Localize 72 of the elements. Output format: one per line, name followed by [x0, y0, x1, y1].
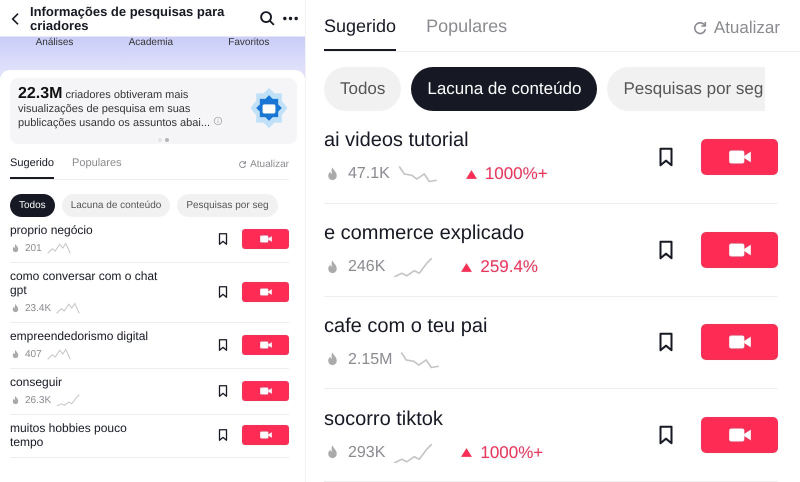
nav-tab[interactable]: Academia — [128, 37, 174, 48]
growth-value: 259.4% — [480, 257, 538, 278]
refresh-icon — [692, 20, 708, 36]
up-triangle-icon — [459, 260, 474, 274]
growth-value: 1000%+ — [484, 164, 548, 184]
bookmark-icon[interactable] — [216, 232, 230, 246]
growth-value: 1000%+ — [480, 442, 544, 463]
topic-title: conseguir — [10, 375, 64, 389]
bookmark-icon[interactable] — [216, 284, 230, 298]
sparkline-chart — [55, 394, 82, 406]
record-button[interactable] — [242, 334, 289, 354]
record-button[interactable] — [242, 380, 289, 400]
filter-chip[interactable]: Lacuna de conteúdo — [411, 67, 598, 111]
sparkline-chart — [396, 164, 439, 184]
flame-icon — [10, 348, 21, 360]
refresh-label: Atualizar — [250, 158, 289, 170]
view-count: 246K — [348, 258, 386, 276]
record-button[interactable] — [242, 425, 289, 445]
sparkline-chart — [55, 302, 82, 314]
record-button[interactable] — [242, 228, 289, 248]
flame-icon — [10, 302, 21, 314]
topic-title: proprio negócio — [10, 223, 94, 237]
page-title: Informações de pesquisas para criadores — [30, 4, 226, 32]
view-count: 407 — [25, 348, 42, 360]
topic-title: cafe com o teu pai — [324, 314, 488, 338]
sparkline-chart — [46, 348, 72, 360]
tab[interactable]: Sugerido — [10, 157, 54, 179]
view-count: 23.4K — [25, 302, 52, 314]
filter-chip[interactable]: Pesquisas por seg — [177, 194, 278, 217]
sparkline-chart — [392, 442, 434, 463]
refresh-icon — [238, 160, 248, 168]
record-button[interactable] — [701, 138, 778, 175]
topic-title: muitos hobbies pouco tempo — [10, 421, 128, 449]
record-button[interactable] — [701, 324, 778, 360]
tab[interactable]: Populares — [72, 157, 122, 179]
topic-title: socorro tiktok — [324, 408, 444, 431]
tab[interactable]: Populares — [426, 16, 508, 51]
page-dot[interactable] — [165, 138, 169, 142]
search-icon[interactable] — [259, 10, 276, 27]
up-triangle-icon — [459, 446, 474, 460]
refresh-button[interactable]: Atualizar — [238, 158, 289, 178]
refresh-button[interactable]: Atualizar — [692, 18, 780, 50]
topic-title: e commerce explicado — [324, 222, 526, 246]
flame-icon — [10, 242, 21, 254]
filter-chip[interactable]: Lacuna de conteúdo — [62, 194, 170, 217]
up-triangle-icon — [464, 168, 479, 181]
sparkline-chart — [392, 257, 434, 278]
record-button[interactable] — [701, 417, 778, 454]
bookmark-icon[interactable] — [216, 384, 230, 398]
filter-chip[interactable]: Todos — [324, 67, 402, 111]
topic-title: ai videos tutorial — [324, 129, 470, 152]
sparkline-chart — [399, 350, 442, 370]
view-count: 26.3K — [25, 394, 52, 406]
bookmark-icon[interactable] — [216, 428, 230, 442]
view-count: 293K — [348, 444, 386, 462]
record-button[interactable] — [242, 282, 289, 302]
topic-title: empreendedorismo digital — [10, 329, 150, 343]
sparkline-chart — [46, 242, 72, 254]
nav-tab[interactable]: Favoritos — [228, 37, 270, 48]
tab[interactable]: Sugerido — [324, 16, 396, 51]
view-count: 47.1K — [348, 165, 390, 184]
record-button[interactable] — [701, 232, 778, 268]
nav-tab[interactable]: Análises — [36, 37, 74, 48]
refresh-label: Atualizar — [714, 18, 780, 38]
view-count: 2.15M — [348, 350, 392, 369]
filter-chip[interactable]: Todos — [10, 194, 55, 217]
topic-title: como conversar com o chat gpt — [10, 269, 158, 297]
view-count: 201 — [25, 242, 42, 254]
filter-chip[interactable]: Pesquisas por seg — [607, 67, 766, 111]
info-text: 22.3M criadores obtiveram mais visualizações de pesquisa em suas publicações usando os assuntos abai... — [18, 86, 247, 140]
bookmark-icon[interactable] — [216, 338, 230, 352]
flame-icon — [10, 394, 21, 406]
